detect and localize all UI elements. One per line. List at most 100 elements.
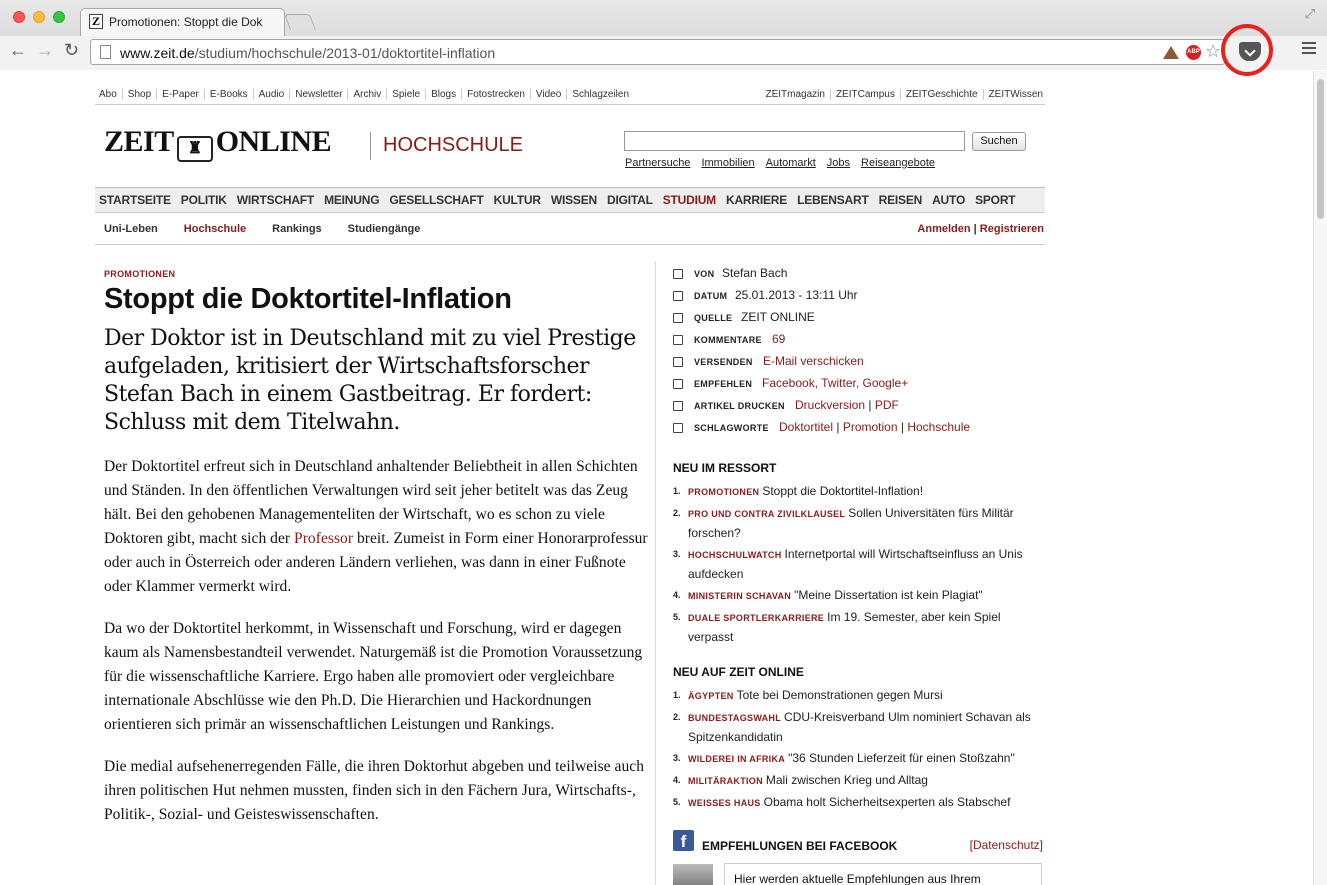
scrollbar-thumb[interactable] bbox=[1317, 79, 1324, 219]
nav-item-studium[interactable]: STUDIUM bbox=[663, 188, 716, 207]
service-link[interactable]: Archiv bbox=[347, 89, 387, 100]
service-link[interactable]: Audio bbox=[252, 89, 290, 100]
zeit-online-logo[interactable]: ZEIT ♜ ONLINE bbox=[104, 125, 332, 162]
list-item[interactable]: 2. BUNDESTAGSWAHL CDU-Kreisverband Ulm nom… bbox=[673, 708, 1045, 747]
back-arrow-icon[interactable]: ← bbox=[9, 40, 27, 61]
nav-item-auto[interactable]: AUTO bbox=[932, 188, 965, 207]
service-link[interactable]: Schlagzeilen bbox=[566, 89, 635, 100]
item-kicker[interactable]: BUNDESTAGSWAHL bbox=[688, 713, 781, 723]
list-item[interactable]: 4. MINISTERIN SCHAVAN "Meine Dissertation … bbox=[673, 586, 1045, 606]
list-item[interactable]: 5. WEISSES HAUS Obama holt Sicherheitsexpe… bbox=[673, 793, 1045, 813]
nav-item-reisen[interactable]: REISEN bbox=[879, 188, 923, 207]
zoom-window-button[interactable] bbox=[53, 11, 65, 23]
nav-item-wissen[interactable]: WISSEN bbox=[551, 188, 597, 207]
register-link[interactable]: Registrieren bbox=[980, 223, 1044, 235]
tag-link[interactable]: Promotion bbox=[843, 420, 898, 434]
scrollbar[interactable] bbox=[1313, 71, 1327, 885]
service-link[interactable]: E-Paper bbox=[156, 89, 204, 100]
quicklink[interactable]: Reiseangebote bbox=[861, 157, 935, 169]
subnav-item[interactable]: Studiengänge bbox=[348, 223, 429, 235]
address-bar[interactable]: www.zeit.de/studium/hochschule/2013-01/d… bbox=[90, 39, 1225, 65]
login-link[interactable]: Anmelden bbox=[917, 223, 970, 235]
adblock-icon[interactable]: ABP bbox=[1186, 45, 1201, 60]
reload-icon[interactable]: ↻ bbox=[64, 40, 79, 61]
brand-link[interactable]: ZEITCampus bbox=[829, 89, 900, 100]
quicklink[interactable]: Jobs bbox=[827, 157, 850, 169]
item-title[interactable]: "Meine Dissertation ist kein Plagiat" bbox=[794, 588, 983, 602]
url-text[interactable]: www.zeit.de/studium/hochschule/2013-01/d… bbox=[120, 45, 495, 61]
pdf-link[interactable]: PDF bbox=[875, 398, 899, 412]
item-title[interactable]: "36 Stunden Lieferzeit für einen Stoßzah… bbox=[788, 751, 1015, 765]
browser-tab[interactable]: Z Promotionen: Stoppt die Dok bbox=[80, 8, 285, 36]
nav-item-wirtschaft[interactable]: WIRTSCHAFT bbox=[237, 188, 315, 207]
nav-item-karriere[interactable]: KARRIERE bbox=[726, 188, 787, 207]
item-kicker[interactable]: MINISTERIN SCHAVAN bbox=[688, 591, 791, 601]
nav-item-meinung[interactable]: MEINUNG bbox=[324, 188, 379, 207]
email-link[interactable]: E-Mail verschicken bbox=[763, 354, 864, 368]
service-link[interactable]: E-Books bbox=[203, 89, 253, 100]
new-tab-button[interactable] bbox=[284, 14, 316, 30]
search-input[interactable] bbox=[624, 131, 965, 151]
service-link[interactable]: Abo bbox=[95, 89, 122, 100]
tag-link[interactable]: Hochschule bbox=[907, 420, 970, 434]
brand-link[interactable]: ZEITmagazin bbox=[760, 89, 829, 100]
list-item[interactable]: 3. HOCHSCHULWATCH Internetportal will Wirt… bbox=[673, 545, 1045, 584]
nav-item-kultur[interactable]: KULTUR bbox=[494, 188, 541, 207]
subnav-item[interactable]: Rankings bbox=[272, 223, 330, 235]
list-item[interactable]: 2. PRO UND CONTRA ZIVILKLAUSEL Sollen Univ… bbox=[673, 504, 1045, 543]
brand-link[interactable]: ZEITGeschichte bbox=[899, 89, 983, 100]
print-version-link[interactable]: Druckversion bbox=[795, 398, 865, 412]
search-button[interactable]: Suchen bbox=[972, 132, 1026, 151]
nav-item-politik[interactable]: POLITIK bbox=[181, 188, 227, 207]
nav-item-lebensart[interactable]: LEBENSART bbox=[797, 188, 869, 207]
item-kicker[interactable]: HOCHSCHULWATCH bbox=[688, 550, 782, 560]
comments-count-link[interactable]: 69 bbox=[772, 332, 785, 346]
professor-link[interactable]: Professor bbox=[294, 530, 353, 547]
nav-item-sport[interactable]: SPORT bbox=[975, 188, 1016, 207]
nav-item-startseite[interactable]: STARTSEITE bbox=[99, 188, 171, 207]
star-icon[interactable]: ☆ bbox=[1205, 41, 1221, 62]
service-link[interactable]: Spiele bbox=[386, 89, 426, 100]
forward-arrow-icon[interactable]: → bbox=[36, 40, 54, 61]
item-title[interactable]: Stoppt die Doktortitel-Inflation! bbox=[762, 484, 923, 498]
subnav-item[interactable]: Uni-Leben bbox=[104, 223, 166, 235]
item-kicker[interactable]: PROMOTIONEN bbox=[688, 487, 759, 497]
service-link[interactable]: Fotostrecken bbox=[461, 89, 530, 100]
quicklink[interactable]: Partnersuche bbox=[625, 157, 690, 169]
article-paragraph: Die medial aufsehenerregenden Fälle, die… bbox=[104, 758, 644, 823]
item-kicker[interactable]: ÄGYPTEN bbox=[688, 691, 734, 701]
fullscreen-icon[interactable]: ⤢ bbox=[1305, 6, 1315, 22]
item-kicker[interactable]: PRO UND CONTRA ZIVILKLAUSEL bbox=[688, 509, 845, 519]
list-item[interactable]: 1. PROMOTIONEN Stoppt die Doktortitel-Infl… bbox=[673, 482, 1045, 502]
item-kicker[interactable]: WEISSES HAUS bbox=[688, 798, 761, 808]
item-title[interactable]: Obama holt Sicherheitsexperten als Stabs… bbox=[764, 795, 1011, 809]
service-link[interactable]: Video bbox=[529, 89, 567, 100]
item-kicker[interactable]: MILITÄRAKTION bbox=[688, 776, 763, 786]
brand-link[interactable]: ZEITWissen bbox=[982, 89, 1045, 100]
privacy-link[interactable]: [Datenschutz] bbox=[970, 838, 1043, 852]
list-item[interactable]: 1. ÄGYPTEN Tote bei Demonstrationen gegen … bbox=[673, 686, 1045, 706]
list-item[interactable]: 3. WILDEREI IN AFRIKA "36 Stunden Lieferze… bbox=[673, 749, 1045, 769]
nav-item-gesellschaft[interactable]: GESELLSCHAFT bbox=[389, 188, 483, 207]
article-kicker[interactable]: PROMOTIONEN bbox=[104, 269, 649, 279]
minimize-window-button[interactable] bbox=[33, 11, 45, 23]
nav-item-digital[interactable]: DIGITAL bbox=[607, 188, 653, 207]
section-title[interactable]: HOCHSCHULE bbox=[383, 134, 523, 157]
list-item[interactable]: 5. DUALE SPORTLERKARRIERE Im 19. Semester,… bbox=[673, 608, 1045, 647]
service-link[interactable]: Blogs bbox=[425, 89, 462, 100]
service-link[interactable]: Newsletter bbox=[289, 89, 348, 100]
service-link[interactable]: Shop bbox=[121, 89, 157, 100]
share-links[interactable]: Facebook, Twitter, Google+ bbox=[762, 376, 908, 390]
list-item[interactable]: 4. MILITÄRAKTION Mali zwischen Krieg und A… bbox=[673, 771, 1045, 791]
item-title[interactable]: Mali zwischen Krieg und Alltag bbox=[766, 773, 928, 787]
subnav-item[interactable]: Hochschule bbox=[184, 223, 254, 235]
close-window-button[interactable] bbox=[13, 11, 25, 23]
quicklink[interactable]: Automarkt bbox=[766, 157, 816, 169]
tag-link[interactable]: Doktortitel bbox=[779, 420, 833, 434]
item-kicker[interactable]: WILDEREI IN AFRIKA bbox=[688, 754, 785, 764]
item-kicker[interactable]: DUALE SPORTLERKARRIERE bbox=[688, 613, 824, 623]
item-title[interactable]: Tote bei Demonstrationen gegen Mursi bbox=[737, 688, 943, 702]
menu-icon[interactable] bbox=[1302, 42, 1316, 57]
extension-icon[interactable] bbox=[1163, 46, 1179, 59]
quicklink[interactable]: Immobilien bbox=[701, 157, 754, 169]
